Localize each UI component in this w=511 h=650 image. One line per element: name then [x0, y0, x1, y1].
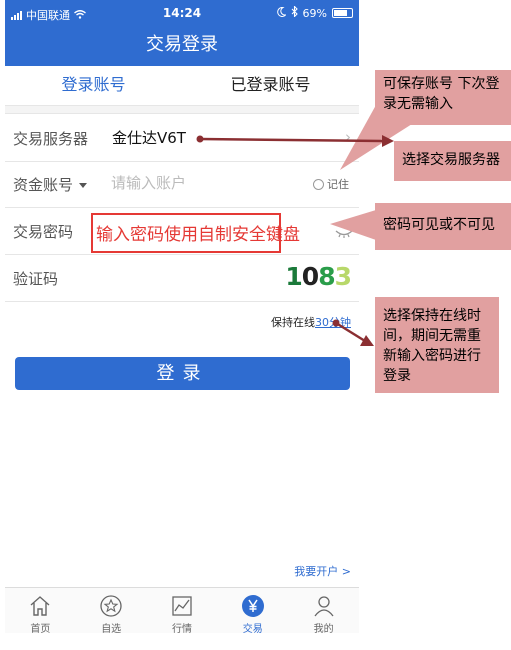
chevron-right-icon: › — [345, 128, 351, 146]
password-hint-text: 输入密码使用自制安全键盘 — [96, 225, 300, 245]
nav-title: 交易登录 — [5, 26, 359, 66]
password-label: 交易密码 — [13, 223, 74, 241]
tab-login-account[interactable]: 登录账号 — [5, 66, 182, 105]
annotation-keep-online: 选择保持在线时间，期间无需重新输入密码进行登录 — [375, 297, 499, 393]
captcha-image[interactable]: 1083 — [285, 262, 352, 291]
tabbar-item-trade[interactable]: 交易 — [217, 588, 288, 635]
account-type-selector[interactable]: 资金账号 — [13, 174, 88, 195]
tabbar-label: 交易 — [242, 624, 263, 635]
keep-online-duration-link[interactable]: 30分钟 — [315, 316, 351, 329]
remember-toggle[interactable]: 记住 — [313, 176, 349, 192]
open-account-link[interactable]: 我要开户 > — [294, 563, 351, 579]
captcha-digit: 1 — [285, 262, 302, 291]
server-value: 金仕达V6T — [112, 129, 186, 147]
user-icon — [312, 594, 336, 618]
server-row[interactable]: 交易服务器 金仕达V6T › — [5, 114, 359, 162]
annotation-save-account: 可保存账号 下次登录无需输入 — [375, 70, 511, 125]
bottom-tab-bar: 首页 自选 行情 交易 我的 — [5, 587, 359, 635]
tabbar-label: 自选 — [101, 624, 122, 635]
annotation-select-server: 选择交易服务器 — [394, 141, 511, 181]
star-icon — [99, 594, 123, 618]
tab-logged-accounts[interactable]: 已登录账号 — [182, 66, 359, 105]
keep-online-label: 保持在线 — [271, 316, 315, 329]
status-right: 69% — [276, 5, 353, 20]
account-label: 资金账号 — [13, 176, 74, 194]
section-gap — [5, 106, 359, 114]
tabbar-label: 首页 — [30, 624, 51, 635]
captcha-digit: 8 — [318, 262, 335, 291]
account-row: 资金账号 记住 — [5, 160, 359, 208]
account-input[interactable] — [111, 171, 291, 195]
battery-icon — [332, 8, 353, 18]
eye-closed-icon[interactable] — [335, 224, 353, 242]
login-tabs: 登录账号 已登录账号 — [5, 66, 359, 106]
tabbar-item-me[interactable]: 我的 — [288, 588, 359, 635]
battery-percent: 69% — [302, 6, 327, 20]
tabbar-label: 我的 — [313, 624, 334, 635]
caret-down-icon — [79, 183, 88, 188]
tabbar-item-home[interactable]: 首页 — [5, 588, 76, 635]
captcha-row: 验证码 1083 — [5, 254, 359, 302]
captcha-label: 验证码 — [13, 270, 59, 288]
remember-label: 记住 — [327, 178, 349, 191]
moon-icon — [276, 6, 287, 20]
remember-radio-icon — [313, 178, 324, 190]
captcha-digit: 3 — [334, 262, 352, 291]
bluetooth-icon — [291, 5, 298, 20]
captcha-digit: 0 — [301, 262, 319, 291]
home-icon — [28, 594, 52, 618]
keep-online: 保持在线30分钟 — [271, 314, 351, 330]
yen-icon — [241, 594, 265, 618]
tabbar-item-market[interactable]: 行情 — [147, 588, 218, 635]
annotation-password-visibility: 密码可见或不可见 — [375, 203, 511, 250]
tabbar-label: 行情 — [171, 624, 192, 635]
status-bar: 中国联通 14:24 69% — [5, 0, 359, 26]
phone-screen: 中国联通 14:24 69% 交易登录 登录账号 已登录账号 交易服务器 金仕达… — [5, 0, 359, 650]
login-button[interactable]: 登录 — [15, 357, 350, 390]
tabbar-item-watchlist[interactable]: 自选 — [76, 588, 147, 635]
server-label: 交易服务器 — [13, 130, 89, 148]
chart-icon — [170, 594, 194, 618]
